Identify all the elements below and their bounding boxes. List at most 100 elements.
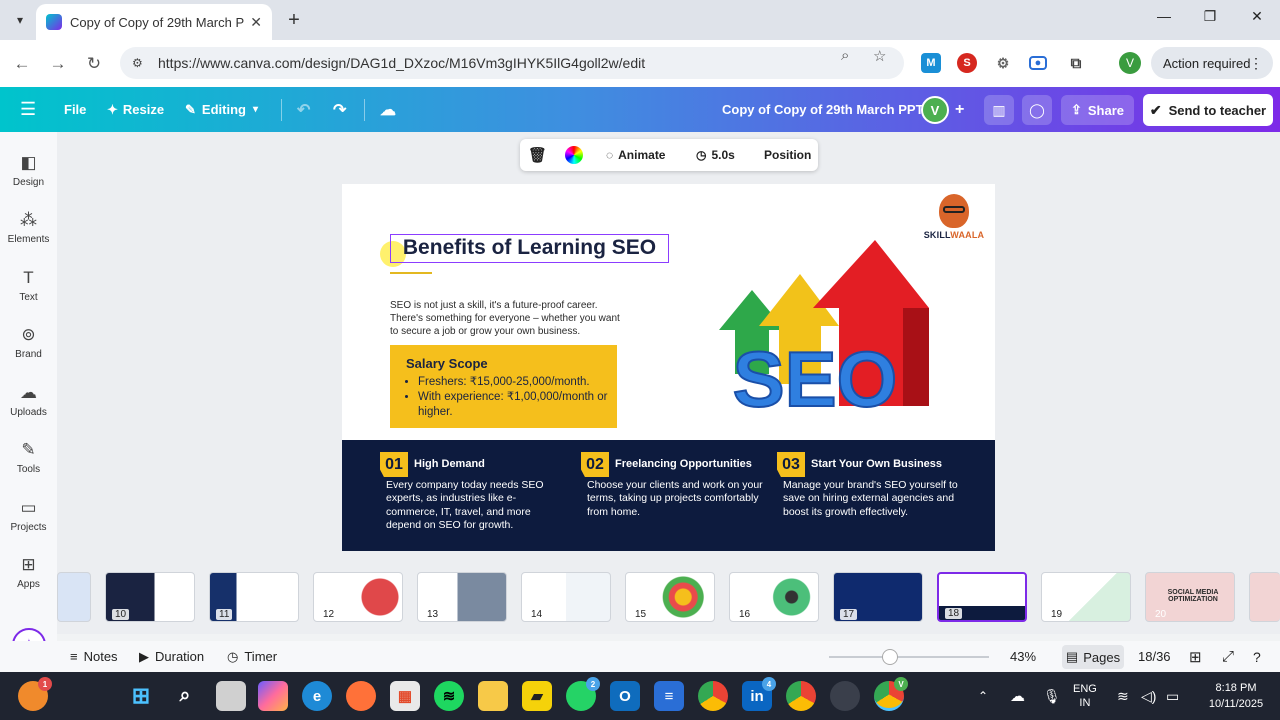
tab-list-icon[interactable]: ▾ [8,8,32,32]
slide-intro-text[interactable]: SEO is not just a skill, it's a future-p… [390,299,630,338]
chrome-profile-icon[interactable] [786,681,816,711]
spotify-icon[interactable]: ≋ [434,681,464,711]
linkedin-icon[interactable]: in 4 [742,677,776,711]
zoom-lens-icon[interactable]: ⌕ [841,47,849,64]
page-thumbnail-partial[interactable] [57,572,91,622]
page-counter[interactable]: 18/36 [1138,641,1171,672]
share-button[interactable]: ⇪ Share [1061,95,1134,125]
chrome-active-icon[interactable]: V [874,677,908,711]
timer-button[interactable]: ◷ Timer [227,641,277,672]
extension-s-icon[interactable]: S [957,53,977,73]
more-menu-icon[interactable]: ⋮ [1249,55,1263,72]
extension-m-icon[interactable]: M [921,53,941,73]
sticky-notes-icon[interactable]: ▰ [522,681,552,711]
extensions-puzzle-icon[interactable]: ⧉ [1066,53,1086,73]
color-picker-button[interactable] [565,139,583,171]
tray-chevron-icon[interactable]: ⌃ [978,672,988,720]
extension-gear-icon[interactable]: ⚙ [993,53,1013,73]
rail-item-brand[interactable]: ⊚ Brand [0,324,57,360]
seo-arrows-illustration[interactable]: SEO [697,234,937,416]
tab-close-icon[interactable]: ✕ [250,14,262,31]
page-thumbnail-current[interactable]: 18 [937,572,1027,622]
animate-button[interactable]: ◌ Animate [606,139,665,171]
task-view-icon[interactable] [216,681,246,711]
chrome-dark-profile-icon[interactable] [830,681,860,711]
bookmark-star-icon[interactable]: ☆ [873,47,886,65]
collaborator-avatar[interactable]: V [921,96,949,124]
delete-trash-icon[interactable]: 🗑 [528,139,547,171]
search-icon[interactable]: ⌕ [170,681,200,711]
start-windows-icon[interactable]: ⊞ [126,681,156,711]
restore-icon[interactable]: ❐ [1198,8,1222,25]
page-thumbnail[interactable]: 16 [729,572,819,622]
position-button[interactable]: Position [764,139,811,171]
page-thumbnail[interactable]: 19 [1041,572,1131,622]
close-window-icon[interactable]: ✕ [1245,8,1269,25]
undo-icon[interactable]: ↶ [297,87,310,132]
help-icon[interactable]: ? [1253,641,1261,672]
page-thumbnail[interactable]: 14 [521,572,611,622]
duration-button[interactable]: ◷ 5.0s [696,139,735,171]
system-clock[interactable]: 8:18 PM 10/11/2025 [1196,680,1276,712]
rail-item-design[interactable]: ◧ Design [0,152,57,188]
rail-item-projects[interactable]: ▭ Projects [0,497,57,533]
grid-view-icon[interactable]: ⊞ [1189,641,1202,672]
back-icon[interactable]: ← [10,52,34,76]
whatsapp-icon[interactable]: 2 [566,677,600,711]
page-thumbnail[interactable]: 15 [625,572,715,622]
site-info-icon[interactable]: ⚙ [132,56,152,70]
file-explorer-icon[interactable] [478,681,508,711]
comment-icon[interactable]: ◯ [1022,95,1052,125]
chrome-icon[interactable] [698,681,728,711]
weather-widget-icon[interactable]: 1 [18,677,52,711]
duration-footer-button[interactable]: ▶ Duration [139,641,204,672]
reload-icon[interactable]: ↻ [82,52,106,76]
page-thumbnail-partial[interactable] [1249,572,1280,622]
action-required-button[interactable]: Action required ⋮ [1151,47,1273,79]
edge-icon[interactable]: e [302,681,332,711]
microphone-icon[interactable]: 🎙 [1043,672,1061,720]
zoom-level[interactable]: 43% [1010,641,1036,672]
slide-canvas[interactable]: Benefits of Learning SEO SEO is not just… [342,184,995,551]
extension-record-icon[interactable]: ● [1029,56,1047,70]
rail-item-apps[interactable]: ⊞ Apps [0,554,57,590]
firefox-icon[interactable] [346,681,376,711]
menu-hamburger-icon[interactable]: ☰ [20,87,36,132]
copilot-icon[interactable] [258,681,288,711]
design-title[interactable]: Copy of Copy of 29th March PPT [722,87,924,132]
store-icon[interactable]: ▦ [390,681,420,711]
cloud-saved-icon[interactable]: ☁ [380,87,396,132]
language-indicator[interactable]: ENG IN [1073,672,1097,720]
page-thumbnail[interactable]: 12 [313,572,403,622]
fullscreen-icon[interactable]: ⤢ [1222,641,1234,672]
pages-button[interactable]: ▤ Pages [1062,645,1124,669]
battery-icon[interactable]: ▭ [1166,672,1179,720]
forward-icon[interactable]: → [46,52,70,76]
zoom-slider-track[interactable] [829,656,989,658]
minimize-icon[interactable]: — [1152,8,1176,24]
send-to-teacher-button[interactable]: ✔ Send to teacher [1143,94,1273,126]
notepad-icon[interactable]: ≡ [654,681,684,711]
rail-item-tools[interactable]: ✎ Tools [0,439,57,475]
onedrive-cloud-icon[interactable]: ☁ [1010,672,1025,720]
page-thumbnail[interactable]: 10 [105,572,195,622]
rail-item-elements[interactable]: ⁂ Elements [0,209,57,245]
page-thumbnail[interactable]: SOCIAL MEDIA OPTIMIZATION 20 [1145,572,1235,622]
page-thumbnail[interactable]: 13 [417,572,507,622]
page-thumbnail[interactable]: 17 [833,572,923,622]
editing-mode-button[interactable]: ✎ Editing ▾ [185,87,258,132]
wifi-icon[interactable]: ≋ [1117,672,1129,720]
rail-item-uploads[interactable]: ☁ Uploads [0,382,57,418]
page-thumbnail[interactable]: 11 [209,572,299,622]
add-collaborator-icon[interactable]: + [955,87,964,132]
salary-scope-box[interactable]: Salary Scope Freshers: ₹15,000-25,000/mo… [390,345,617,428]
slide-title[interactable]: Benefits of Learning SEO [390,236,669,260]
profile-avatar[interactable]: V [1119,52,1141,74]
redo-icon[interactable]: ↷ [333,87,346,132]
resize-button[interactable]: ✦ Resize [107,87,164,132]
insights-chart-icon[interactable]: ▥ [984,95,1014,125]
volume-icon[interactable]: ◁) [1141,672,1156,720]
zoom-slider-handle[interactable] [881,649,898,665]
browser-tab[interactable]: Copy of Copy of 29th March PP ✕ [36,4,272,40]
notes-button[interactable]: ≡ Notes [70,641,118,672]
